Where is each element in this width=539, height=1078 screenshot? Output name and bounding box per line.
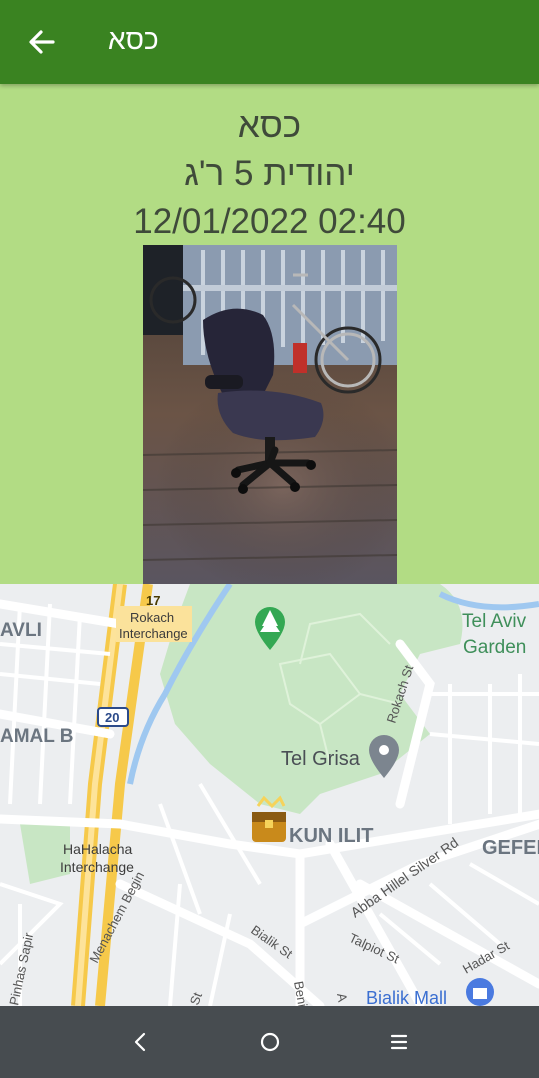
hahalacha-label-1: HaHalacha (63, 841, 132, 857)
svg-text:17: 17 (146, 593, 160, 608)
map-canvas: 17 20 Rokach Interchange AVLI AMAL B Tel… (0, 584, 539, 1006)
item-photo[interactable] (143, 245, 397, 584)
route-20-shield: 20 (97, 707, 129, 727)
item-details: כסא יהודית 5 ר'ג 12/01/2022 02:40 (0, 84, 539, 584)
tel-aviv-garden-label-2: Garden (463, 637, 526, 658)
tel-grisa-label: Tel Grisa (281, 748, 361, 770)
location-map[interactable]: 17 20 Rokach Interchange AVLI AMAL B Tel… (0, 584, 539, 1006)
route-17-shield: 17 (146, 593, 160, 608)
tel-aviv-garden-label-1: Tel Aviv (462, 611, 527, 632)
kun-ilit-label: KUN ILIT (289, 825, 373, 847)
item-datetime: 12/01/2022 02:40 (133, 202, 406, 241)
ramal-b-label: AMAL B (0, 726, 74, 747)
hahalacha-label-2: Interchange (60, 859, 134, 875)
system-nav-bar (0, 1006, 539, 1078)
arrow-left-icon (29, 30, 55, 54)
back-button[interactable] (22, 22, 62, 62)
shopping-bag-icon[interactable] (466, 978, 494, 1006)
svg-text:20: 20 (105, 710, 119, 725)
item-name: כסא (237, 106, 302, 145)
nav-home-icon (260, 1032, 280, 1052)
avli-label: AVLI (0, 620, 42, 641)
nav-recents-button[interactable] (383, 1026, 415, 1058)
nav-home-button[interactable] (254, 1026, 286, 1058)
page-title: כסא (108, 24, 159, 55)
gefen-label: GEFEN (482, 837, 539, 859)
nav-recents-icon (390, 1034, 408, 1050)
item-address: יהודית 5 ר'ג (184, 154, 355, 193)
rokach-interchange-label-2: Interchange (119, 626, 188, 641)
rokach-interchange-label-1: Rokach (130, 610, 174, 625)
nav-back-icon (134, 1032, 146, 1052)
office-chair-photo (143, 245, 397, 584)
nav-back-button[interactable] (124, 1026, 156, 1058)
app-bar: כסא (0, 0, 539, 84)
bialik-mall-label: Bialik Mall (366, 988, 447, 1006)
